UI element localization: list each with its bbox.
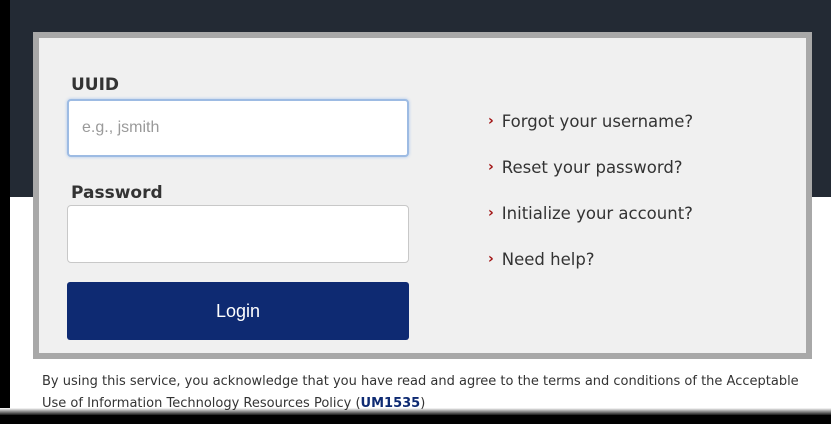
password-label: Password (71, 183, 163, 203)
chevron-right-icon: › (488, 251, 494, 267)
forgot-username-link[interactable]: › Forgot your username? (488, 98, 693, 144)
initialize-account-link[interactable]: › Initialize your account? (488, 190, 693, 236)
uuid-input[interactable] (67, 99, 409, 157)
window-edge-bottom (0, 415, 831, 424)
policy-link[interactable]: UM1535 (361, 396, 421, 411)
uuid-label: UUID (71, 75, 120, 95)
link-label: Initialize your account? (501, 203, 693, 223)
login-card: UUID Password Login › Forgot your userna… (33, 32, 812, 359)
login-button[interactable]: Login (67, 282, 409, 340)
link-label: Reset your password? (501, 157, 683, 177)
chevron-right-icon: › (488, 113, 494, 129)
terms-notice: By using this service, you acknowledge t… (42, 371, 822, 415)
password-input[interactable] (67, 205, 409, 263)
reset-password-link[interactable]: › Reset your password? (488, 144, 693, 190)
terms-text-end: ) (420, 396, 426, 411)
link-label: Need help? (501, 249, 595, 269)
help-links: › Forgot your username? › Reset your pas… (488, 98, 693, 282)
window-edge-left (0, 0, 10, 424)
need-help-link[interactable]: › Need help? (488, 236, 693, 282)
chevron-right-icon: › (488, 159, 494, 175)
link-label: Forgot your username? (501, 111, 694, 131)
chevron-right-icon: › (488, 205, 494, 221)
